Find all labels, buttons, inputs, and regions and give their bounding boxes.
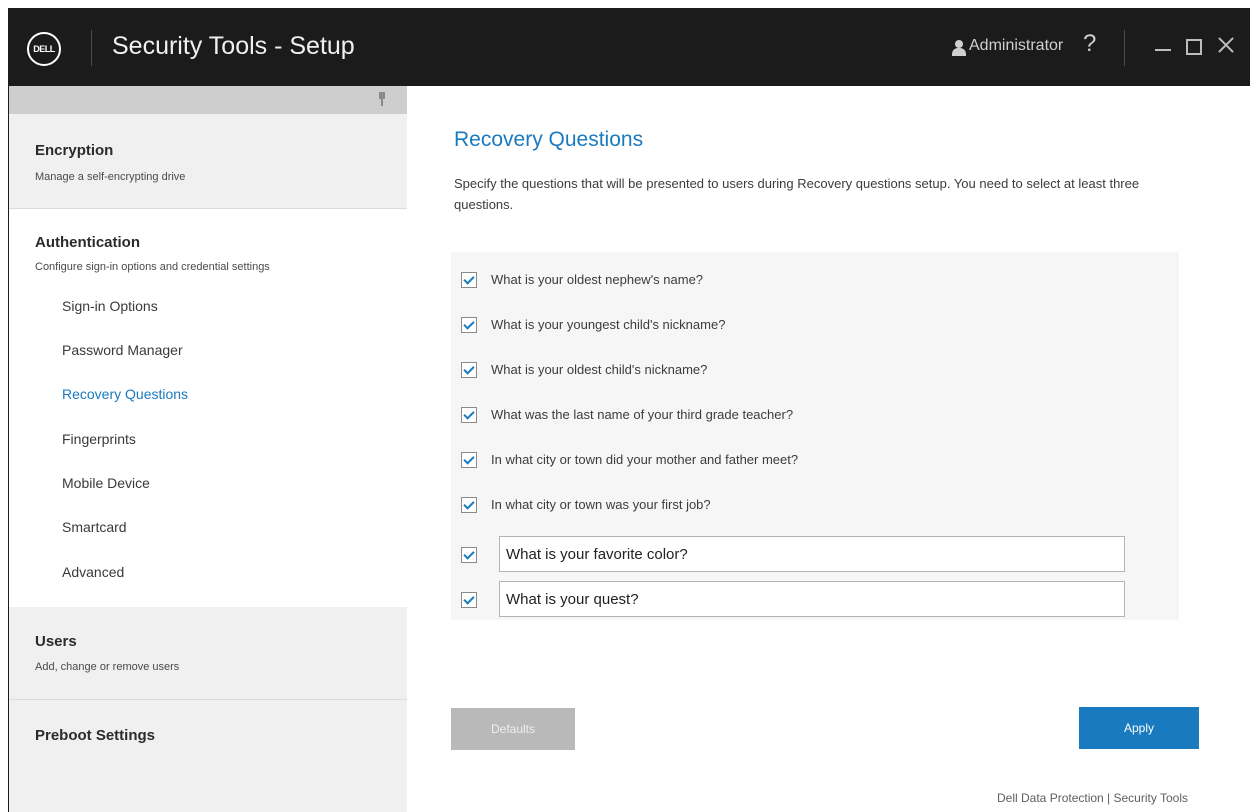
question-checkbox[interactable]: [461, 547, 477, 563]
section-title: Preboot Settings: [35, 727, 156, 744]
user-icon: [952, 40, 966, 56]
section-title: Users: [35, 633, 77, 650]
question-row: What is your oldest child's nickname?: [451, 356, 1179, 386]
custom-question-row: [451, 536, 1179, 574]
question-label: What was the last name of your third gra…: [491, 407, 794, 422]
custom-question-input[interactable]: [499, 581, 1125, 617]
titlebar-divider: [1124, 30, 1125, 66]
custom-question-row: [451, 581, 1179, 619]
footer-brand: Dell Data Protection | Security Tools: [997, 791, 1188, 805]
app-title: Security Tools - Setup: [112, 32, 355, 60]
question-label: What is your oldest nephew's name?: [491, 272, 704, 287]
user-name: Administrator: [969, 37, 1064, 54]
dell-logo: DELL: [27, 32, 61, 66]
sidebar-section-encryption[interactable]: Encryption Manage a self-encrypting driv…: [9, 114, 407, 208]
title-bar: DELL Security Tools - Setup Administrato…: [9, 8, 1250, 86]
section-subtitle: Configure sign-in options and credential…: [35, 261, 270, 273]
question-checkbox[interactable]: [461, 592, 477, 608]
question-checkbox[interactable]: [461, 497, 477, 513]
main-content: Recovery Questions Specify the questions…: [407, 86, 1250, 812]
question-row: In what city or town did your mother and…: [451, 446, 1179, 476]
question-row: What is your oldest nephew's name?: [451, 266, 1179, 296]
sidebar-item-recovery-questions[interactable]: Recovery Questions: [62, 386, 188, 402]
maximize-icon[interactable]: [1186, 39, 1202, 55]
sidebar-item-mobile-device[interactable]: Mobile Device: [62, 475, 150, 491]
help-icon[interactable]: ?: [1083, 30, 1096, 58]
close-icon[interactable]: [1216, 35, 1236, 55]
sidebar: Encryption Manage a self-encrypting driv…: [9, 86, 407, 812]
sidebar-section-authentication: Authentication Configure sign-in options…: [9, 209, 407, 607]
page-description: Specify the questions that will be prese…: [454, 176, 1140, 212]
question-checkbox[interactable]: [461, 407, 477, 423]
question-label: What is your youngest child's nickname?: [491, 317, 726, 332]
questions-list: What is your oldest nephew's name? What …: [451, 252, 1179, 620]
apply-button[interactable]: Apply: [1079, 707, 1199, 749]
question-label: In what city or town was your first job?: [491, 497, 711, 512]
sidebar-pin-bar: [9, 86, 407, 114]
sidebar-item-password-manager[interactable]: Password Manager: [62, 342, 183, 358]
sidebar-section-users[interactable]: Users Add, change or remove users: [9, 607, 407, 699]
question-row: What was the last name of your third gra…: [451, 401, 1179, 431]
section-title[interactable]: Authentication: [35, 234, 140, 251]
section-title: Encryption: [35, 142, 114, 159]
custom-question-input[interactable]: [499, 536, 1125, 572]
sidebar-item-advanced[interactable]: Advanced: [62, 564, 124, 580]
section-subtitle: Manage a self-encrypting drive: [35, 171, 186, 183]
question-label: What is your oldest child's nickname?: [491, 362, 708, 377]
question-checkbox[interactable]: [461, 272, 477, 288]
question-checkbox[interactable]: [461, 362, 477, 378]
minimize-icon[interactable]: [1155, 49, 1171, 51]
sidebar-item-sign-in-options[interactable]: Sign-in Options: [62, 298, 158, 314]
question-label: In what city or town did your mother and…: [491, 452, 799, 467]
app-window: DELL Security Tools - Setup Administrato…: [8, 8, 1250, 812]
pin-icon[interactable]: [378, 92, 386, 106]
sidebar-item-smartcard[interactable]: Smartcard: [62, 519, 127, 535]
question-row: In what city or town was your first job?: [451, 491, 1179, 521]
titlebar-divider: [91, 30, 92, 66]
section-subtitle: Add, change or remove users: [35, 661, 180, 673]
defaults-button[interactable]: Defaults: [451, 708, 575, 750]
question-checkbox[interactable]: [461, 452, 477, 468]
question-checkbox[interactable]: [461, 317, 477, 333]
dell-logo-text: DELL: [33, 44, 55, 54]
page-title: Recovery Questions: [454, 128, 644, 151]
sidebar-section-preboot-settings[interactable]: Preboot Settings: [9, 700, 407, 812]
sidebar-item-fingerprints[interactable]: Fingerprints: [62, 431, 136, 447]
question-row: What is your youngest child's nickname?: [451, 311, 1179, 341]
